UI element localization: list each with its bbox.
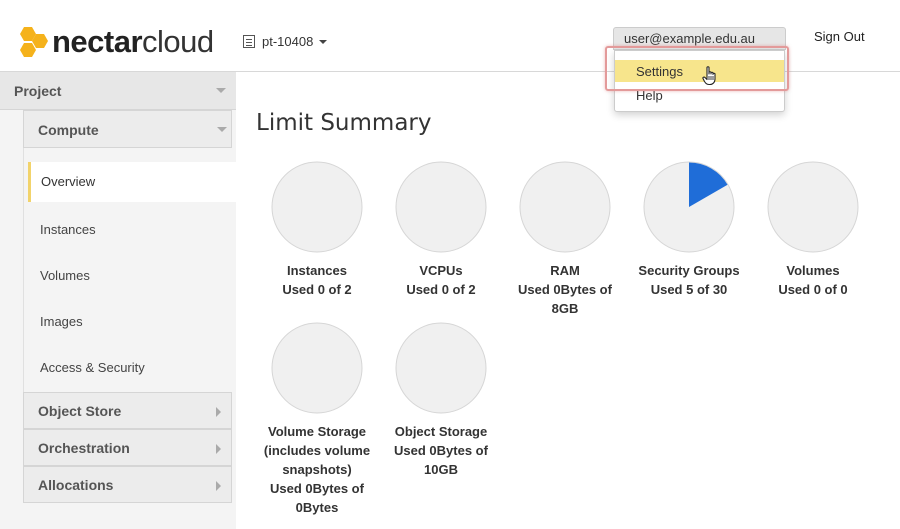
chevron-down-icon xyxy=(217,127,227,132)
pie-title: Object Storage xyxy=(394,424,488,439)
pie-usage: Used 0Bytes of 10GB xyxy=(394,443,488,477)
pie-label: Object Storage Used 0Bytes of 10GB xyxy=(386,422,496,479)
pie-usage: Used 0 of 2 xyxy=(282,282,352,297)
sidebar-item-images[interactable]: Images xyxy=(24,302,233,342)
hand-cursor-icon xyxy=(702,66,716,86)
nectar-logo[interactable]: nectarcloud xyxy=(16,26,214,57)
pie-chart: Object Storage Used 0Bytes of 10GB xyxy=(386,322,496,479)
chevron-down-icon xyxy=(216,88,226,93)
pie-background xyxy=(767,161,859,253)
chevron-right-icon xyxy=(216,444,221,454)
sidebar: Project Compute Overview Instances Volum… xyxy=(0,72,238,529)
pie-usage: Used 0 of 0 xyxy=(778,282,848,297)
sign-out-link[interactable]: Sign Out xyxy=(814,29,865,44)
pie-background xyxy=(271,161,363,253)
sidebar-group-label: Orchestration xyxy=(38,440,130,456)
pie-graphic xyxy=(519,161,611,253)
logo-text-bold: nectar xyxy=(52,24,143,59)
pie-chart: Volume Storage (includes volume snapshot… xyxy=(262,322,372,517)
sidebar-group-label: Object Store xyxy=(38,403,122,419)
chevron-right-icon xyxy=(216,407,221,417)
sidebar-compute-header[interactable]: Compute xyxy=(23,110,232,148)
pie-chart: Instances Used 0 of 2 xyxy=(255,161,379,299)
sidebar-project-label: Project xyxy=(14,83,62,99)
pie-title: RAM xyxy=(550,263,580,278)
pie-chart: VCPUs Used 0 of 2 xyxy=(379,161,503,299)
pie-usage: Used 0Bytes of 0Bytes xyxy=(270,481,364,515)
sidebar-project-header[interactable]: Project xyxy=(0,72,236,110)
project-name: pt-10408 xyxy=(262,34,314,49)
pie-label: Security Groups Used 5 of 30 xyxy=(627,261,751,299)
pie-title: Security Groups xyxy=(638,263,740,278)
pie-label: Volume Storage (includes volume snapshot… xyxy=(262,422,372,517)
project-icon xyxy=(243,35,255,48)
pie-label: Instances Used 0 of 2 xyxy=(255,261,379,299)
pie-usage: Used 5 of 30 xyxy=(650,282,728,297)
project-selector[interactable]: pt-10408 xyxy=(243,34,328,49)
pie-graphic xyxy=(767,161,859,253)
pie-graphic xyxy=(395,161,487,253)
pie-background xyxy=(395,322,487,414)
pie-title: VCPUs xyxy=(419,263,463,278)
sidebar-item-access-security[interactable]: Access & Security xyxy=(24,348,233,388)
pie-chart: Volumes Used 0 of 0 xyxy=(751,161,875,299)
pie-chart: RAM Used 0Bytes of 8GB xyxy=(503,161,627,318)
pie-background xyxy=(519,161,611,253)
sidebar-item-volumes[interactable]: Volumes xyxy=(24,256,233,296)
pie-graphic xyxy=(271,161,363,253)
pie-label: Volumes Used 0 of 0 xyxy=(751,261,875,299)
honeycomb-icon xyxy=(20,26,48,57)
pie-title: Volume Storage (includes volume snapshot… xyxy=(263,424,371,477)
sidebar-item-instances[interactable]: Instances xyxy=(24,210,233,250)
chevron-down-icon xyxy=(319,39,328,44)
pie-graphic xyxy=(271,322,363,414)
pie-graphic xyxy=(643,161,735,253)
pie-graphic xyxy=(395,322,487,414)
pie-background xyxy=(395,161,487,253)
chevron-right-icon xyxy=(216,481,221,491)
pie-chart: Security Groups Used 5 of 30 xyxy=(627,161,751,299)
logo-text-light: cloud xyxy=(142,24,214,59)
sidebar-item-object-store[interactable]: Object Store xyxy=(23,392,232,429)
sidebar-item-orchestration[interactable]: Orchestration xyxy=(23,429,232,466)
pie-usage: Used 0 of 2 xyxy=(406,282,476,297)
page-title: Limit Summary xyxy=(256,110,432,136)
pie-label: RAM Used 0Bytes of 8GB xyxy=(503,261,627,318)
highlight-annotation xyxy=(605,46,789,91)
pie-title: Instances xyxy=(287,263,347,278)
pie-label: VCPUs Used 0 of 2 xyxy=(379,261,503,299)
sidebar-item-overview[interactable]: Overview xyxy=(28,162,238,202)
sidebar-group-label: Allocations xyxy=(38,477,114,493)
pie-usage: Used 0Bytes of 8GB xyxy=(518,282,612,316)
sidebar-item-allocations[interactable]: Allocations xyxy=(23,466,232,503)
pie-background xyxy=(271,322,363,414)
pie-title: Volumes xyxy=(786,263,840,278)
sidebar-compute-label: Compute xyxy=(38,122,99,138)
